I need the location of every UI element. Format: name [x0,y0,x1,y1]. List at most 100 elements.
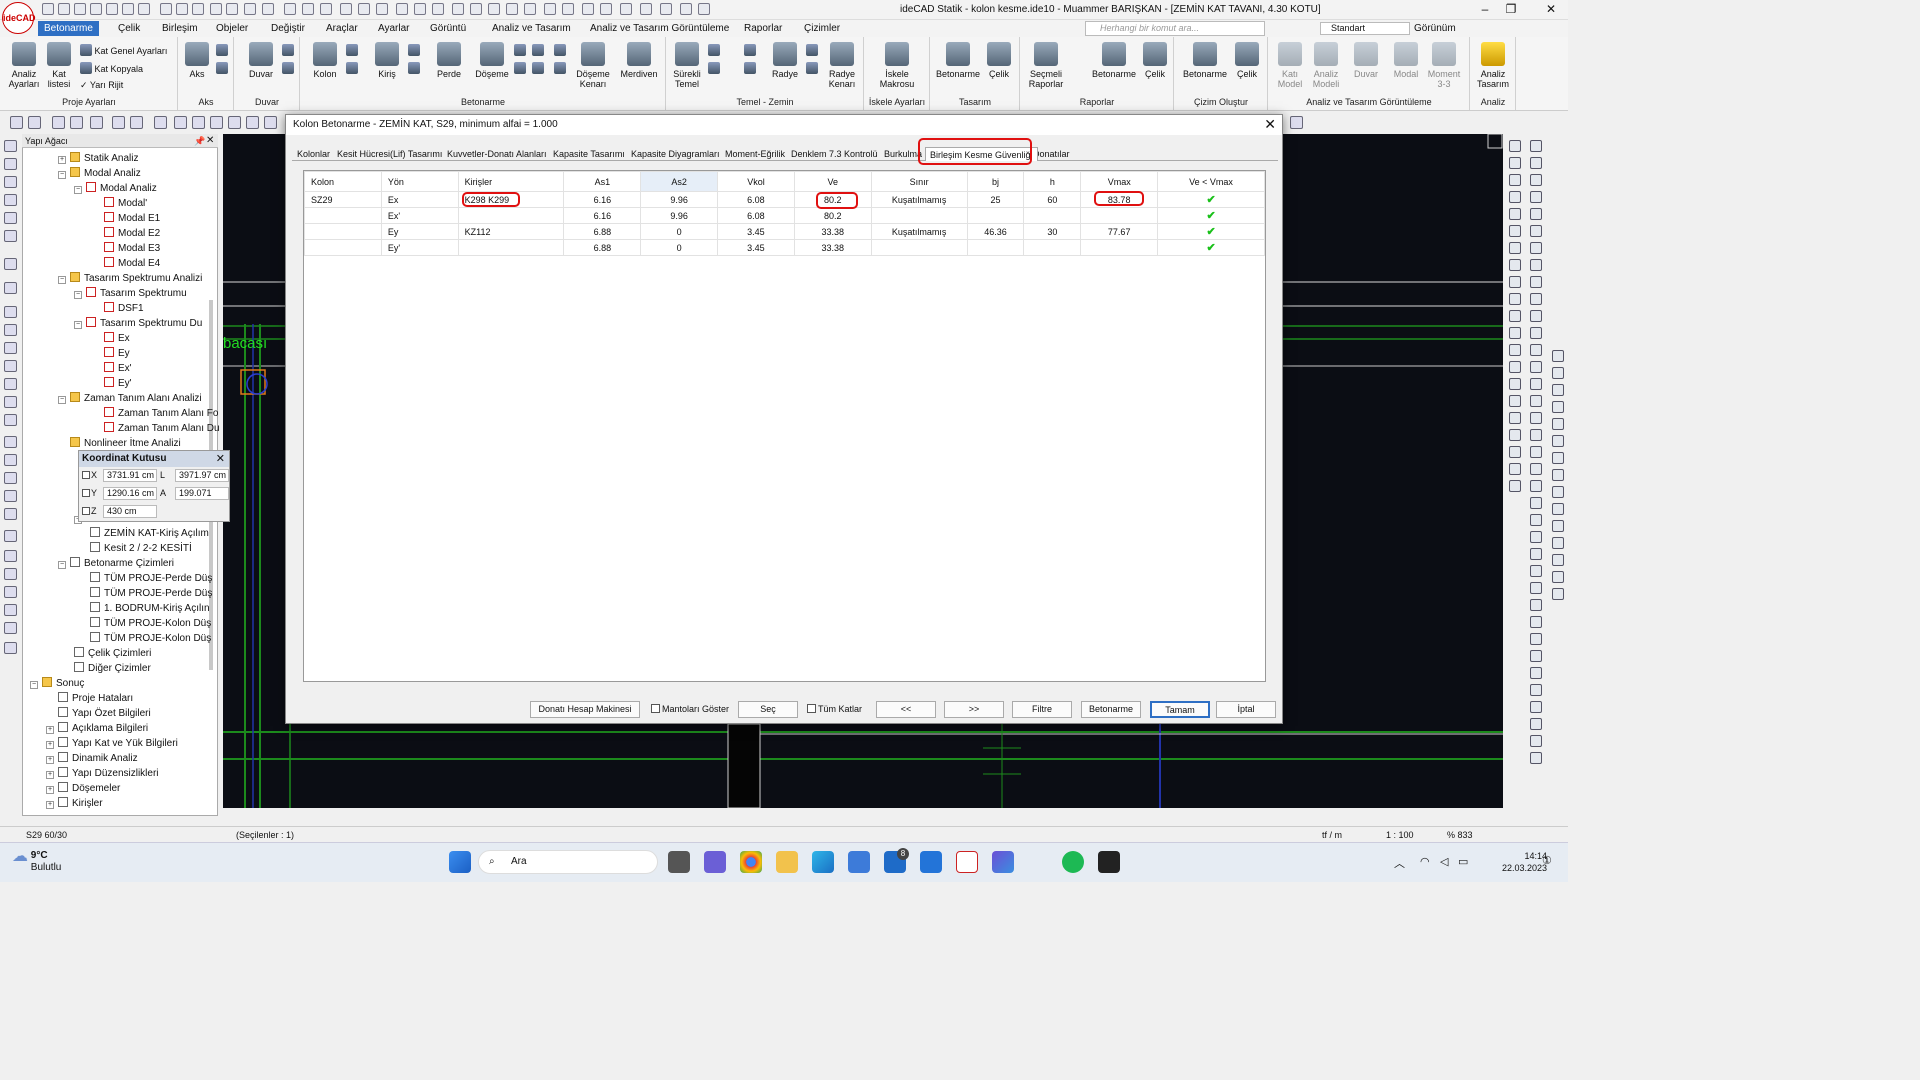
tree-node[interactable]: Kesit 2 / 2-2 KESİTİ [30,541,210,556]
collapse-icon[interactable]: − [58,171,66,179]
tool-27-icon[interactable] [4,642,17,654]
expand-icon[interactable]: + [46,756,54,764]
radye-kenari-button[interactable]: Radye Kenarı [824,42,860,89]
duvar-button[interactable]: Duvar [244,42,278,79]
col-h[interactable]: h [1023,171,1082,192]
speaker-icon[interactable]: ◁ [1440,855,1448,868]
beam-edit-icon[interactable] [408,44,420,56]
cizim-betonarme-button[interactable]: Betonarme [1180,42,1230,79]
col-kolon[interactable]: Kolon [304,171,382,192]
right-tool-b-5-icon[interactable] [1530,208,1542,220]
snap-icon[interactable] [176,3,188,15]
mail-icon[interactable] [640,3,652,15]
expand-icon[interactable]: + [46,786,54,794]
previous-button[interactable]: << [876,701,936,718]
kat-genel-ayarlari-button[interactable]: Kat Genel Ayarları [80,44,167,56]
right-tool-a-14-icon[interactable] [1509,361,1521,373]
right-tool-b-23-icon[interactable] [1530,514,1542,526]
brush-icon[interactable] [600,3,612,15]
pdf-icon[interactable] [620,3,632,15]
expand-icon[interactable]: + [46,771,54,779]
right-tool-b-37-icon[interactable] [1530,752,1542,764]
ortho-icon[interactable] [226,3,238,15]
tool-3-icon[interactable] [4,176,17,188]
doseme-kenari-button[interactable]: Döşeme Kenarı [572,42,614,89]
tool-22-icon[interactable] [4,550,17,562]
right-tool-c-12-icon[interactable] [1552,537,1564,549]
tool-21-icon[interactable] [4,530,17,542]
camera-icon[interactable] [562,3,574,15]
aks-button[interactable]: Aks [184,42,210,79]
open-folder-icon[interactable] [74,3,86,15]
tree-node[interactable]: TÜM PROJE-Perde Düş [30,586,212,601]
tree-node[interactable]: TÜM PROJE-Kolon Düş [30,616,211,631]
tool-17-icon[interactable] [4,454,17,466]
menu-raporlar[interactable]: Raporlar [738,21,788,36]
clock[interactable]: 14:14 22.03.2023 [1502,850,1547,874]
tree-node[interactable]: − Tasarım Spektrumu Du [30,316,210,331]
tree-node[interactable]: DSF1 [30,301,210,316]
copy-icon[interactable] [302,3,314,15]
raft-edit-icon[interactable] [806,44,818,56]
mantolari-goster-checkbox[interactable]: Mantoları Göster [651,704,729,714]
right-tool-b-31-icon[interactable] [1530,650,1542,662]
app-logo[interactable]: ideCAD [2,2,36,34]
warning-icon[interactable] [228,116,241,129]
slab-grid-icon[interactable] [514,62,526,74]
z-field[interactable]: 430 cm [103,505,157,518]
tree-node[interactable]: Ex' [30,361,210,376]
collapse-icon[interactable]: − [58,276,66,284]
kati-model-button[interactable]: Katı Model [1272,42,1308,89]
break-icon[interactable] [414,3,426,15]
undo-icon[interactable] [122,3,134,15]
weather-widget[interactable]: ☁ 9°C Bulutlu [12,849,61,874]
right-tool-b-2-icon[interactable] [1530,157,1542,169]
collapse-icon[interactable]: − [74,321,82,329]
col-ve[interactable]: Ve [793,171,872,192]
right-tool-b-16-icon[interactable] [1530,395,1542,407]
move-cross-icon[interactable] [154,116,167,129]
tree-node[interactable]: Diğer Çizimler [30,661,210,676]
tool-26-icon[interactable] [4,622,17,634]
right-tool-b-14-icon[interactable] [1530,361,1542,373]
duvar-view-button[interactable]: Duvar [1348,42,1384,79]
tab-kesit-hucresi[interactable]: Kesit Hücresi(Lif) Tasarımı [333,147,446,161]
tool-9-icon[interactable] [4,306,17,318]
ruler-icon[interactable] [90,116,103,129]
right-tool-a-9-icon[interactable] [1509,276,1521,288]
column-edit-icon[interactable] [346,44,358,56]
betonarme-button[interactable]: Betonarme [1081,701,1141,718]
tree-node[interactable]: Zaman Tanım Alanı Fo [30,406,218,421]
file-explorer-icon[interactable] [776,851,798,873]
right-tool-b-30-icon[interactable] [1530,633,1542,645]
render-icon[interactable] [544,3,556,15]
tree-node[interactable]: − Tasarım Spektrumu [30,286,210,301]
slab-rib-icon[interactable] [532,44,544,56]
pile-icon[interactable] [708,62,720,74]
tab-denklem[interactable]: Denklem 7.3 Kontrolü [787,147,882,161]
tasarim-celik-button[interactable]: Çelik [984,42,1014,79]
right-tool-b-11-icon[interactable] [1530,310,1542,322]
tree-node[interactable]: Modal E2 [30,226,210,241]
collapse-icon[interactable]: − [58,396,66,404]
menu-cizimler[interactable]: Çizimler [798,21,846,36]
right-tool-b-3-icon[interactable] [1530,174,1542,186]
right-tool-c-1-icon[interactable] [1552,350,1564,362]
analiz-ayarlari-button[interactable]: Analiz Ayarları [6,42,42,89]
tree-node[interactable]: + Kirişler [30,796,210,811]
tab-kapasite-diyagramlari[interactable]: Kapasite Diyagramları [627,147,724,161]
col-vkol[interactable]: Vkol [717,171,795,192]
right-tool-a-15-icon[interactable] [1509,378,1521,390]
right-tool-b-36-icon[interactable] [1530,735,1542,747]
right-tool-c-7-icon[interactable] [1552,452,1564,464]
right-tool-a-10-icon[interactable] [1509,293,1521,305]
wifi-icon[interactable]: ◠ [1420,855,1430,868]
spotify-icon[interactable] [1062,851,1084,873]
task-view-icon[interactable] [668,851,690,873]
expand-icon[interactable]: + [46,726,54,734]
right-tool-b-18-icon[interactable] [1530,429,1542,441]
col-kirisler[interactable]: Kirişler [457,171,565,192]
right-tool-c-8-icon[interactable] [1552,469,1564,481]
redo-icon[interactable] [138,3,150,15]
right-tool-b-9-icon[interactable] [1530,276,1542,288]
